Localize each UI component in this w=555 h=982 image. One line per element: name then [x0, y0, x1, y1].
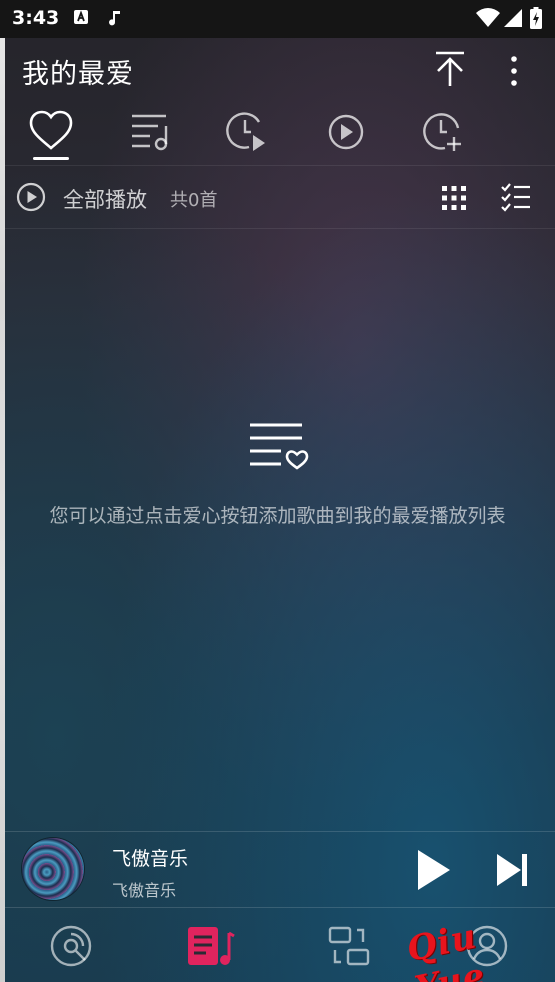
scroll-to-top-button[interactable] [433, 50, 467, 92]
playlist-heart-icon [250, 423, 309, 470]
more-options-button[interactable] [504, 55, 524, 91]
clock-add-icon [423, 113, 461, 151]
arrow-up-to-line-icon [436, 51, 464, 86]
music-notification-icon [108, 9, 122, 31]
play-all-label[interactable]: 全部播放 [63, 184, 147, 214]
now-playing-artist: 飞傲音乐 [112, 881, 177, 900]
play-button[interactable] [416, 848, 452, 896]
wifi-icon [476, 8, 500, 32]
page-title: 我的最爱 [22, 59, 134, 90]
switch-icon [328, 926, 370, 966]
mini-player[interactable]: 飞傲音乐 飞傲音乐 [5, 831, 555, 908]
album-art[interactable] [22, 838, 84, 900]
heart-icon [29, 110, 73, 150]
play-icon [418, 850, 450, 890]
list-header-divider [5, 228, 555, 229]
skip-next-icon [497, 854, 527, 886]
battery-icon [530, 7, 542, 33]
status-bar: 3:43 [0, 0, 555, 38]
nav-library[interactable] [186, 924, 235, 968]
checklist-icon [501, 183, 530, 212]
signal-icon [503, 8, 523, 32]
grid-view-button[interactable] [441, 185, 467, 215]
play-all-icon [16, 182, 46, 212]
accessibility-notification-icon [73, 9, 89, 29]
tab-play[interactable] [318, 108, 374, 158]
library-icon [188, 927, 235, 965]
active-tab-indicator [33, 157, 69, 160]
tab-add-history[interactable] [414, 108, 470, 158]
history-play-icon [226, 112, 265, 151]
tab-favorites[interactable] [23, 108, 79, 158]
empty-favorites-icon [247, 420, 311, 476]
disc-icon [50, 925, 92, 967]
nav-switch[interactable] [327, 924, 371, 968]
empty-state-message: 您可以通过点击爱心按钮添加歌曲到我的最爱播放列表 [49, 505, 506, 527]
next-track-button[interactable] [495, 852, 529, 892]
more-vertical-icon [511, 56, 517, 86]
music-list-icon [132, 114, 168, 151]
tab-playlists[interactable] [122, 108, 178, 158]
now-playing-title: 飞傲音乐 [112, 848, 189, 870]
app-screen: 3:43 我的最爱 全部播放 共0首 您可以通过点击爱心按钮添加歌曲到我的最爱播… [0, 0, 555, 982]
status-time: 3:43 [12, 7, 60, 29]
play-all-row[interactable]: 全部播放 共0首 [5, 166, 555, 228]
grid-icon [442, 186, 466, 210]
play-circle-icon [328, 114, 364, 150]
song-count: 共0首 [170, 190, 218, 211]
tab-recent[interactable] [219, 108, 275, 158]
multi-select-button[interactable] [500, 182, 532, 216]
nav-disc[interactable] [49, 924, 93, 968]
